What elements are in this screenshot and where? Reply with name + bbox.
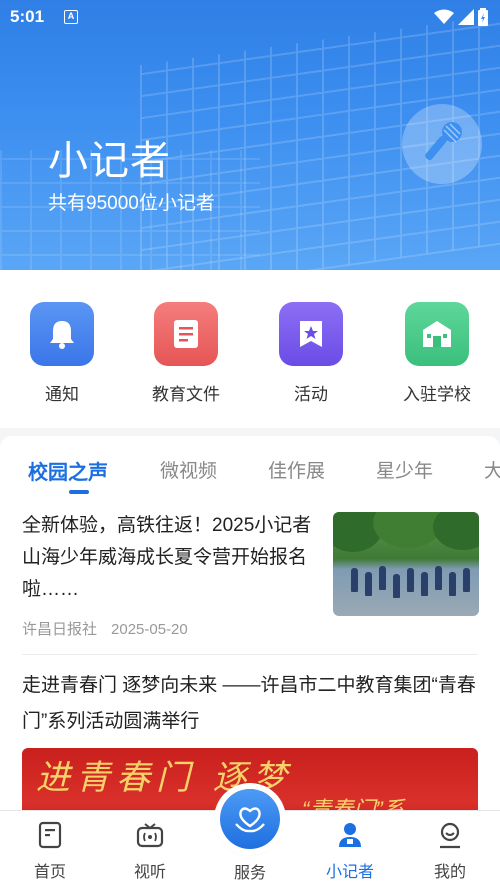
microphone-icon: [402, 104, 482, 184]
tab-more[interactable]: 大: [484, 456, 500, 483]
tab-campus-voice[interactable]: 校园之声: [28, 456, 108, 485]
bottom-nav: 首页 视听 服务 小记者 我的: [0, 789, 500, 888]
shortcut-education-files[interactable]: 教育文件: [126, 302, 246, 405]
page-title: 小记者: [48, 139, 171, 183]
school-icon: [405, 302, 469, 366]
tab-star-youth[interactable]: 星少年: [376, 456, 433, 483]
document-icon: [154, 302, 218, 366]
nav-home[interactable]: 首页: [10, 821, 90, 882]
nav-profile[interactable]: 我的: [410, 821, 490, 882]
shortcut-activities[interactable]: 活动: [251, 302, 371, 405]
active-tab-indicator: [69, 490, 89, 494]
shortcut-join-school[interactable]: 入驻学校: [377, 302, 497, 405]
battery-icon: [478, 8, 488, 26]
news-section: 校园之声 微视频 佳作展 星少年 大 全新体验，高铁往返！2025小记者山海少年…: [0, 436, 500, 810]
star-badge-icon: [279, 302, 343, 366]
article-item[interactable]: 走进青春门 逐梦向未来 ——许昌市二中教育集团“青春门”系列活动圆满举行 进青春…: [22, 668, 478, 810]
tab-works-gallery[interactable]: 佳作展: [268, 456, 325, 483]
article-title: 全新体验，高铁往返！2025小记者山海少年威海成长夏令营开始报名啦……: [22, 515, 312, 600]
nav-label: 视听: [133, 864, 166, 881]
shortcut-grid: 通知 教育文件 活动 入驻学校: [0, 270, 500, 428]
article-meta: 许昌日报社 2025-05-20: [22, 618, 188, 639]
article-title: 走进青春门 逐梦向未来 ——许昌市二中教育集团“青春门”系列活动圆满举行: [22, 675, 476, 732]
category-tabs: 校园之声 微视频 佳作展 星少年 大: [0, 436, 500, 498]
status-time: 5:01: [10, 7, 45, 26]
nav-label: 小记者: [325, 864, 374, 881]
nav-label: 我的: [433, 864, 466, 881]
header-banner: 5:01 A 小记者 共有95000位小记者: [0, 0, 500, 270]
shortcut-notice[interactable]: 通知: [2, 302, 122, 405]
article-date: 2025-05-20: [111, 621, 188, 638]
banner-subtext: “青春门”系: [302, 797, 405, 810]
nav-label[interactable]: 服务: [210, 859, 290, 883]
heart-hand-icon: [235, 807, 265, 833]
nav-video[interactable]: 视听: [110, 821, 190, 882]
system-icons: [434, 8, 488, 26]
reporter-count: 共有95000位小记者: [48, 193, 215, 214]
wifi-icon: [434, 9, 454, 24]
bell-icon: [30, 302, 94, 366]
nav-label: 首页: [33, 864, 66, 881]
shortcut-label: 活动: [294, 385, 328, 404]
article-item[interactable]: 全新体验，高铁往返！2025小记者山海少年威海成长夏令营开始报名啦…… 许昌日报…: [22, 510, 479, 642]
status-bar: 5:01 A: [0, 0, 500, 34]
signal-icon: [458, 9, 474, 25]
shortcut-label: 通知: [45, 385, 79, 404]
shortcut-label: 入驻学校: [403, 385, 471, 404]
article-source: 许昌日报社: [22, 621, 98, 638]
tab-micro-video[interactable]: 微视频: [160, 456, 217, 483]
notification-a-icon: A: [64, 10, 78, 24]
tv-icon: [136, 823, 164, 848]
article-thumbnail: [333, 512, 479, 616]
shortcut-label: 教育文件: [152, 385, 220, 404]
home-doc-icon: [38, 821, 62, 849]
nav-service-button[interactable]: [220, 789, 280, 849]
reporter-icon: [339, 823, 361, 847]
profile-icon: [440, 822, 460, 849]
divider: [22, 654, 478, 655]
nav-reporter[interactable]: 小记者: [310, 821, 390, 882]
